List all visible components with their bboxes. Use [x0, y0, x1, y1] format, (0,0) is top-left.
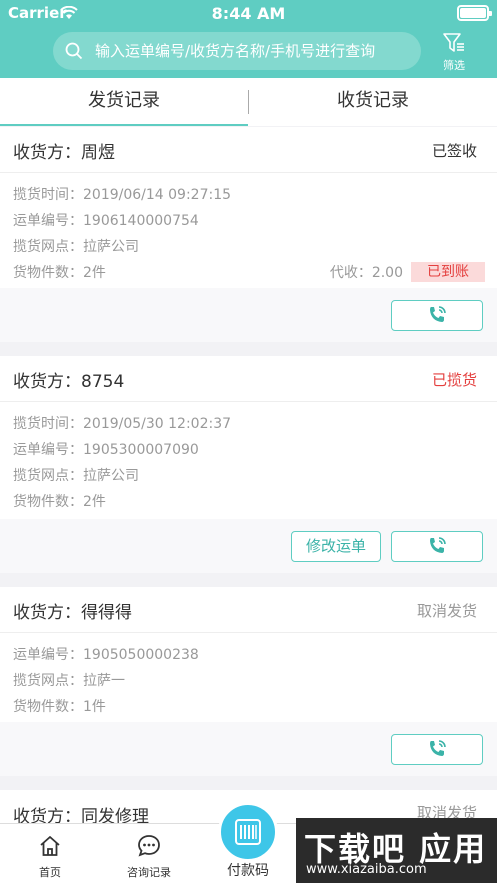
- chat-icon: [138, 835, 160, 857]
- status-badge: 已到账: [411, 262, 485, 282]
- order-status: 已签收: [431, 142, 477, 160]
- nav-home-label: 首页: [39, 866, 61, 879]
- pickup-time: 揽货时间：2019/06/14 09:27:15: [13, 187, 232, 203]
- tab-receiving-records[interactable]: 收货记录: [249, 78, 497, 126]
- phone-icon: [430, 537, 446, 553]
- order-card-actions: [0, 288, 497, 342]
- pickup-outlet: 揽货网点：拉萨一: [13, 673, 125, 689]
- nav-consult-records[interactable]: 咨询记录: [114, 824, 184, 883]
- status-bar: Carrier 8:44 AM: [0, 0, 497, 26]
- search-box[interactable]: [53, 32, 421, 70]
- order-card-header: 收货方：周煜 已签收: [0, 127, 497, 173]
- item-count: 货物件数：1件: [13, 699, 106, 715]
- phone-icon: [430, 306, 446, 322]
- pickup-time: 揽货时间：2019/05/30 12:02:37: [13, 416, 232, 432]
- order-card-header: 收货方：8754 已揽货: [0, 356, 497, 402]
- order-card-actions: 修改运单: [0, 519, 497, 573]
- waybill-number: 运单编号：1906140000754: [13, 213, 199, 229]
- phone-icon: [430, 740, 446, 756]
- order-card[interactable]: 收货方：得得得 取消发货 运单编号：1905050000238 揽货网点：拉萨一…: [0, 587, 497, 776]
- clock: 8:44 AM: [211, 4, 286, 23]
- order-card[interactable]: 收货方：周煜 已签收 揽货时间：2019/06/14 09:27:15 运单编号…: [0, 127, 497, 342]
- order-card-actions: [0, 722, 497, 776]
- collect-amount: 代收：2.00: [329, 265, 403, 281]
- nav-consult-label: 咨询记录: [127, 866, 171, 879]
- consignee: 收货方：周煜: [13, 143, 115, 163]
- pay-code-button[interactable]: [218, 802, 278, 862]
- item-count: 货物件数：2件: [13, 265, 106, 281]
- filter-button[interactable]: 筛选: [436, 32, 472, 72]
- filter-label: 筛选: [443, 59, 465, 72]
- watermark-logo: 下载吧 应用 www.xiazaiba.com: [296, 818, 497, 883]
- record-tabs: 发货记录 收货记录: [0, 78, 497, 126]
- search-icon: [65, 42, 83, 64]
- item-count: 货物件数：2件: [13, 494, 106, 510]
- consignee: 收货方：得得得: [13, 603, 132, 623]
- edit-waybill-button[interactable]: 修改运单: [291, 531, 381, 562]
- filter-icon: [442, 33, 466, 58]
- order-status: 取消发货: [416, 602, 477, 620]
- app-header: Carrier 8:44 AM 筛选: [0, 0, 497, 78]
- battery-icon: [457, 5, 492, 21]
- call-button[interactable]: [391, 531, 483, 562]
- waybill-number: 运单编号：1905300007090: [13, 442, 199, 458]
- pay-code-label: 付款码: [227, 863, 269, 879]
- tab-shipping-records[interactable]: 发货记录: [0, 78, 248, 126]
- pickup-outlet: 揽货网点：拉萨公司: [13, 468, 139, 484]
- consignee: 收货方：8754: [13, 372, 125, 392]
- call-button[interactable]: [391, 734, 483, 765]
- barcode-icon: [235, 819, 261, 845]
- nav-home[interactable]: 首页: [20, 824, 80, 883]
- order-status: 已揽货: [431, 371, 477, 389]
- watermark-url: www.xiazaiba.com: [306, 862, 427, 877]
- order-card[interactable]: 收货方：8754 已揽货 揽货时间：2019/05/30 12:02:37 运单…: [0, 356, 497, 573]
- order-card-header: 收货方：得得得 取消发货: [0, 587, 497, 633]
- search-input[interactable]: [95, 32, 415, 70]
- home-icon: [40, 836, 60, 856]
- call-button[interactable]: [391, 300, 483, 331]
- waybill-number: 运单编号：1905050000238: [13, 647, 199, 663]
- pickup-outlet: 揽货网点：拉萨公司: [13, 239, 139, 255]
